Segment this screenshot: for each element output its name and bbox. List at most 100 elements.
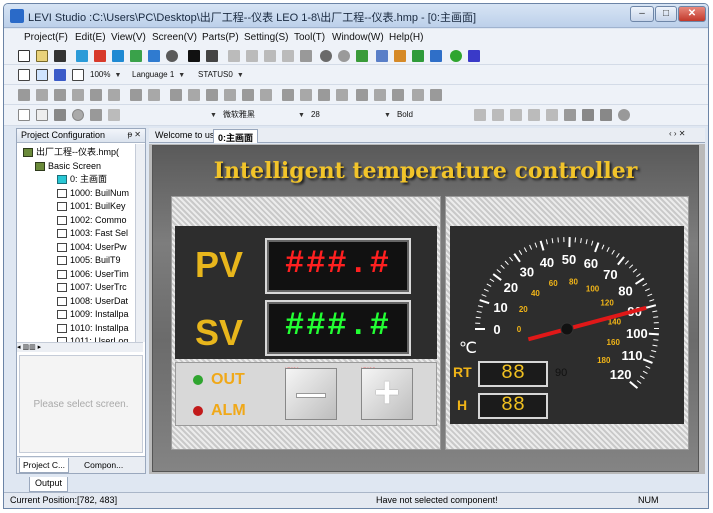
tree-item[interactable]: 1010: Installpa — [57, 322, 129, 335]
menu-tool[interactable]: Tool(T) — [294, 32, 325, 43]
grid-icon[interactable] — [282, 50, 294, 62]
view-normal-icon[interactable] — [18, 69, 30, 81]
bg-color-icon[interactable] — [564, 109, 576, 121]
menu-setting[interactable]: Setting(S) — [244, 32, 288, 43]
pv-display[interactable]: ###.# — [265, 238, 411, 294]
align-bottom-icon[interactable] — [108, 89, 120, 101]
align-center-icon[interactable] — [36, 89, 48, 101]
text-color-icon[interactable] — [546, 109, 558, 121]
tab-output[interactable]: Output — [29, 477, 69, 492]
simulate-icon[interactable] — [412, 50, 424, 62]
new-icon[interactable] — [18, 50, 30, 62]
rt-display[interactable]: 88 — [478, 361, 548, 387]
hmi-screen[interactable]: Intelligent temperature controller PV SV… — [152, 145, 699, 472]
online-sim-icon[interactable] — [430, 50, 442, 62]
delete-icon[interactable] — [300, 50, 312, 62]
tree-item[interactable]: 1009: Installpa — [57, 308, 129, 321]
minimize-button[interactable]: – — [630, 6, 654, 22]
screen-new-icon[interactable] — [76, 50, 88, 62]
cut-icon[interactable] — [228, 50, 240, 62]
paste-icon[interactable] — [264, 50, 276, 62]
flip-h-icon[interactable] — [356, 89, 368, 101]
status-select[interactable]: STATUS0 ▼ — [198, 68, 244, 82]
menu-parts[interactable]: Parts(P) — [202, 32, 239, 43]
tree-item[interactable]: 1000: BuilNum — [57, 187, 129, 200]
same-height-icon[interactable] — [224, 89, 236, 101]
list-icon[interactable] — [600, 109, 612, 121]
tree-item[interactable]: 1006: UserTim — [57, 268, 129, 281]
text-left-icon[interactable] — [474, 109, 486, 121]
tree-item[interactable]: 1007: UserTrc — [57, 281, 127, 294]
line-icon[interactable] — [90, 109, 102, 121]
tools-icon[interactable] — [618, 109, 630, 121]
screen-delete-icon[interactable] — [94, 50, 106, 62]
layer-down-icon[interactable] — [282, 89, 294, 101]
check-icon[interactable] — [356, 50, 368, 62]
tree-item[interactable]: 1004: UserPw — [57, 241, 127, 254]
layer-up-icon[interactable] — [260, 89, 272, 101]
menu-screen[interactable]: Screen(V) — [152, 32, 197, 43]
lock-icon[interactable] — [392, 89, 404, 101]
compile-icon[interactable] — [376, 50, 388, 62]
flip-v-icon[interactable] — [374, 89, 386, 101]
undo-icon[interactable] — [320, 50, 332, 62]
screen-copy-icon[interactable] — [112, 50, 124, 62]
text-right-icon[interactable] — [510, 109, 522, 121]
tree-item[interactable]: 1002: Commo — [57, 214, 127, 227]
download-icon[interactable] — [394, 50, 406, 62]
font-select[interactable]: ▼ 微软雅黑 — [210, 108, 255, 122]
view-grid-icon[interactable] — [36, 69, 48, 81]
menu-project[interactable]: Project(F) — [24, 32, 68, 43]
menu-view[interactable]: View(V) — [111, 32, 146, 43]
view-list-icon[interactable] — [54, 69, 66, 81]
align-top-icon[interactable] — [72, 89, 84, 101]
print-icon[interactable] — [206, 50, 218, 62]
distribute-v-icon[interactable] — [188, 89, 200, 101]
increase-button[interactable]: + — [361, 368, 413, 420]
design-canvas[interactable]: Intelligent temperature controller PV SV… — [149, 144, 705, 474]
ungroup-icon[interactable] — [148, 89, 160, 101]
align-middle-icon[interactable] — [90, 89, 102, 101]
tree-item[interactable]: 出厂工程--仪表.hmp( — [23, 146, 119, 159]
tree-item[interactable]: 1011: UserLog — [57, 335, 128, 342]
same-size-icon[interactable] — [242, 89, 254, 101]
group-icon[interactable] — [130, 89, 142, 101]
save-icon[interactable] — [188, 50, 200, 62]
sv-display[interactable]: ###.# — [265, 300, 411, 356]
view-text-icon[interactable] — [72, 69, 84, 81]
tree-item[interactable]: 1005: BuilT9 — [57, 254, 121, 267]
text-size-icon[interactable] — [528, 109, 540, 121]
about-icon[interactable] — [468, 50, 480, 62]
align-right-icon[interactable] — [54, 89, 66, 101]
tab-project-configuration[interactable]: Project C... — [19, 458, 70, 473]
zoom-select[interactable]: 100% ▼ — [90, 68, 121, 82]
help-icon[interactable] — [450, 50, 462, 62]
same-width-icon[interactable] — [206, 89, 218, 101]
table-icon[interactable] — [582, 109, 594, 121]
tree-vertical-scrollbar[interactable] — [135, 144, 145, 342]
tree-item[interactable]: 1003: Fast Sel — [57, 227, 128, 240]
settings-icon[interactable] — [166, 50, 178, 62]
save-project-icon[interactable] — [54, 50, 66, 62]
align-left-icon[interactable] — [18, 89, 30, 101]
menu-help[interactable]: Help(H) — [389, 32, 423, 43]
maximize-button[interactable]: □ — [655, 6, 677, 22]
tree-horizontal-scrollbar[interactable]: ◂ ▥▥ ▸ — [17, 342, 143, 352]
copy-icon[interactable] — [246, 50, 258, 62]
circle-icon[interactable] — [72, 109, 84, 121]
rotate-icon[interactable] — [336, 89, 348, 101]
layer-bottom-icon[interactable] — [318, 89, 330, 101]
layer-top-icon[interactable] — [300, 89, 312, 101]
screen-paste-icon[interactable] — [130, 50, 142, 62]
tree-item[interactable]: 0: 主画面 — [57, 173, 107, 186]
tab-nav-icon[interactable]: ‹ › ✕ — [669, 129, 685, 138]
h-display[interactable]: 88 — [478, 393, 548, 419]
tree-item[interactable]: 1008: UserDat — [57, 295, 128, 308]
open-icon[interactable] — [36, 50, 48, 62]
center-v-icon[interactable] — [430, 89, 442, 101]
pin-close-icon[interactable]: ᵽ ✕ — [128, 130, 141, 139]
menu-edit[interactable]: Edit(E) — [75, 32, 106, 43]
close-button[interactable]: ✕ — [678, 6, 706, 22]
text-center-icon[interactable] — [492, 109, 504, 121]
distribute-h-icon[interactable] — [170, 89, 182, 101]
